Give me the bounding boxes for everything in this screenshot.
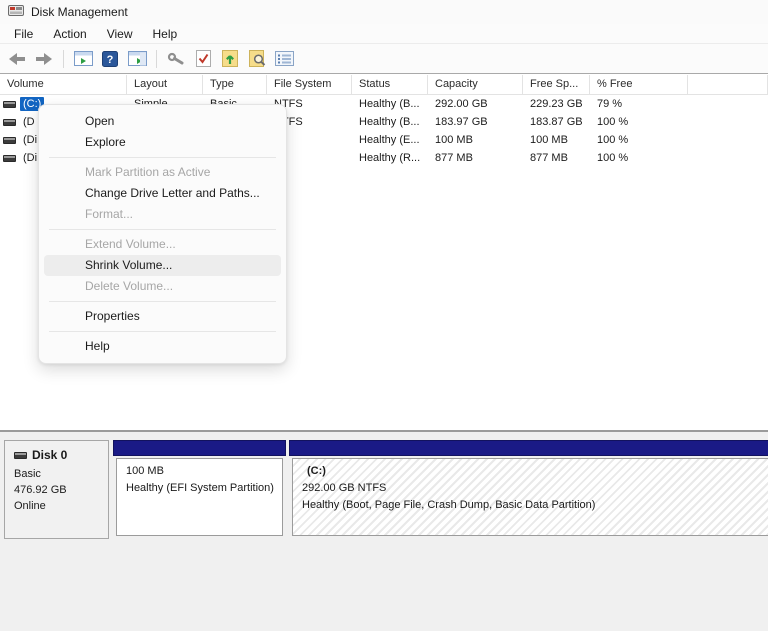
toolbar: ?	[0, 44, 768, 73]
disk-icon	[14, 452, 27, 459]
partition-status: Healthy (Boot, Page File, Crash Dump, Ba…	[302, 497, 761, 514]
title-bar: Disk Management	[0, 0, 768, 24]
toolbar-separator	[63, 50, 64, 68]
toolbar-separator	[156, 50, 157, 68]
partition-color-bar	[289, 440, 768, 456]
menu-item-help[interactable]: Help	[44, 336, 281, 357]
disk-name: Disk 0	[32, 448, 67, 462]
menu-separator	[49, 157, 276, 158]
properties-icon[interactable]	[273, 48, 295, 70]
menu-bar: File Action View Help	[0, 24, 768, 44]
partition-name: (C:)	[302, 463, 761, 480]
cell-pct-free: 79 %	[590, 98, 688, 110]
disk-size: 476.92 GB	[14, 482, 108, 498]
volume-icon	[3, 137, 16, 144]
forward-icon[interactable]	[33, 48, 55, 70]
partition-size: 100 MB	[126, 463, 273, 480]
menu-separator	[49, 229, 276, 230]
menu-item-extend-volume: Extend Volume...	[44, 234, 281, 255]
svg-text:?: ?	[107, 54, 114, 66]
menu-item-delete-volume: Delete Volume...	[44, 276, 281, 297]
menu-help[interactable]: Help	[143, 25, 188, 43]
cell-capacity: 292.00 GB	[428, 98, 523, 110]
disk-type: Basic	[14, 466, 108, 482]
volume-icon	[3, 155, 16, 162]
cell-status: Healthy (R...	[352, 152, 428, 164]
partition-size: 292.00 GB NTFS	[302, 480, 761, 497]
cell-status: Healthy (B...	[352, 116, 428, 128]
disk0-panel[interactable]: Disk 0 Basic 476.92 GB Online	[4, 440, 109, 539]
col-header-capacity[interactable]: Capacity	[428, 75, 523, 95]
help-icon[interactable]: ?	[99, 48, 121, 70]
menu-item-mark-partition-active: Mark Partition as Active	[44, 162, 281, 183]
menu-file[interactable]: File	[4, 25, 43, 43]
find-icon[interactable]	[246, 48, 268, 70]
partition-c[interactable]: (C:) 292.00 GB NTFS Healthy (Boot, Page …	[289, 440, 768, 539]
cell-pct-free: 100 %	[590, 152, 688, 164]
volume-icon	[3, 119, 16, 126]
task-check-icon[interactable]	[192, 48, 214, 70]
cell-capacity: 877 MB	[428, 152, 523, 164]
app-icon	[8, 4, 24, 20]
menu-item-explore[interactable]: Explore	[44, 132, 281, 153]
cell-capacity: 183.97 GB	[428, 116, 523, 128]
menu-view[interactable]: View	[97, 25, 143, 43]
cell-status: Healthy (E...	[352, 134, 428, 146]
menu-action[interactable]: Action	[43, 25, 96, 43]
graphical-view-pane: Disk 0 Basic 476.92 GB Online 100 MB Hea…	[0, 432, 768, 631]
export-list-icon[interactable]	[219, 48, 241, 70]
col-header-volume[interactable]: Volume	[0, 75, 127, 95]
partition-efi[interactable]: 100 MB Healthy (EFI System Partition)	[113, 440, 286, 539]
col-header-pct-free[interactable]: % Free	[590, 75, 688, 95]
menu-item-properties[interactable]: Properties	[44, 306, 281, 327]
menu-separator	[49, 331, 276, 332]
col-header-filler	[688, 75, 768, 95]
menu-item-open[interactable]: Open	[44, 111, 281, 132]
show-console-tree-icon[interactable]	[72, 48, 94, 70]
show-action-pane-icon[interactable]	[126, 48, 148, 70]
volume-icon	[3, 101, 16, 108]
volume-context-menu: Open Explore Mark Partition as Active Ch…	[38, 104, 287, 364]
volume-label: (D	[20, 115, 38, 129]
col-header-status[interactable]: Status	[352, 75, 428, 95]
col-header-layout[interactable]: Layout	[127, 75, 203, 95]
cell-pct-free: 100 %	[590, 134, 688, 146]
cell-free-space: 100 MB	[523, 134, 590, 146]
cell-free-space: 183.87 GB	[523, 116, 590, 128]
cell-free-space: 229.23 GB	[523, 98, 590, 110]
disk-status: Online	[14, 498, 108, 514]
volume-list-header: Volume Layout Type File System Status Ca…	[0, 75, 768, 95]
col-header-type[interactable]: Type	[203, 75, 267, 95]
partition-color-bar	[113, 440, 286, 456]
back-icon[interactable]	[6, 48, 28, 70]
cell-status: Healthy (B...	[352, 98, 428, 110]
cell-capacity: 100 MB	[428, 134, 523, 146]
cell-pct-free: 100 %	[590, 116, 688, 128]
cell-free-space: 877 MB	[523, 152, 590, 164]
wrench-icon[interactable]	[165, 48, 187, 70]
disk-management-window: Disk Management File Action View Help ?	[0, 0, 768, 631]
menu-separator	[49, 301, 276, 302]
window-title: Disk Management	[31, 5, 128, 19]
col-header-file-system[interactable]: File System	[267, 75, 352, 95]
menu-item-format: Format...	[44, 204, 281, 225]
col-header-free-space[interactable]: Free Sp...	[523, 75, 590, 95]
partition-status: Healthy (EFI System Partition)	[126, 480, 273, 497]
menu-item-shrink-volume[interactable]: Shrink Volume...	[44, 255, 281, 276]
menu-item-change-drive-letter[interactable]: Change Drive Letter and Paths...	[44, 183, 281, 204]
